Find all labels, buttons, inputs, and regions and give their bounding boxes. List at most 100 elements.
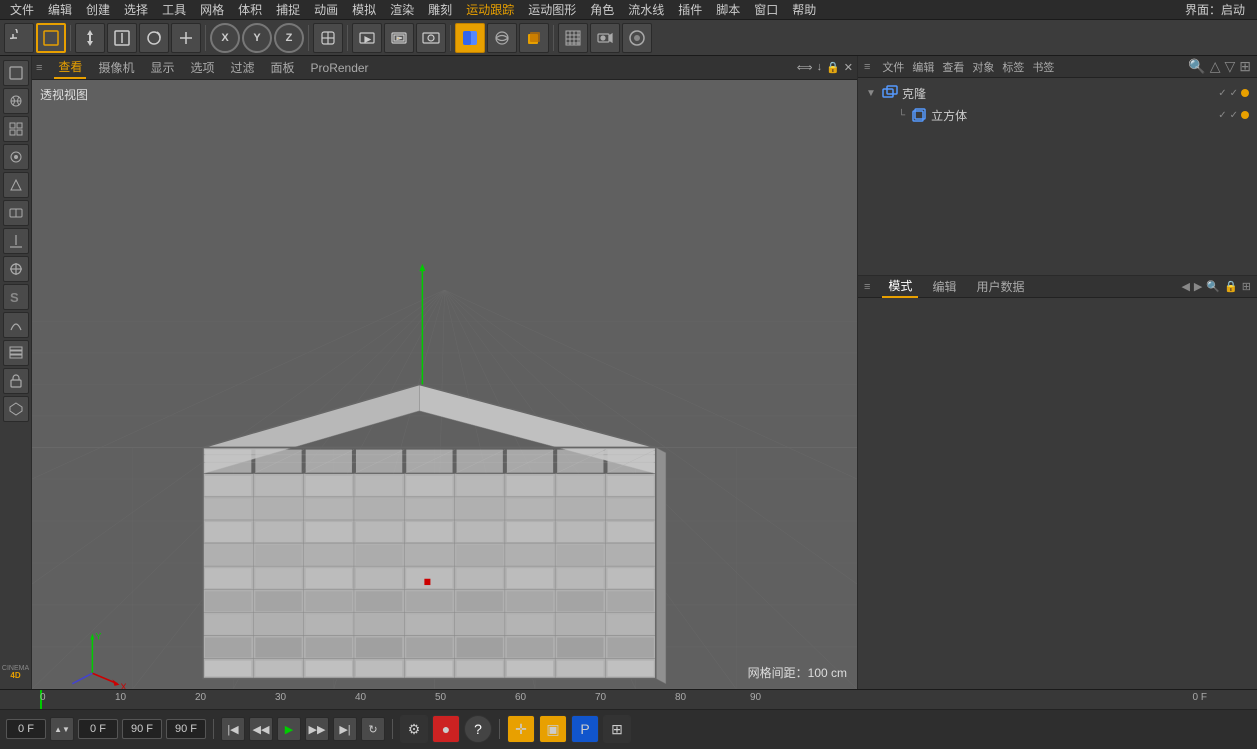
om-nav-down-icon[interactable]: ▽ [1224,58,1235,75]
prev-frame-button[interactable]: ◀◀ [249,717,273,741]
pm-nav-right[interactable]: ▶ [1194,280,1202,293]
play-button[interactable]: ▶ [277,717,301,741]
menu-simulate[interactable]: 模拟 [346,1,382,18]
vp-ctrl-lock[interactable]: 🔒 [826,61,840,74]
tool-4-button[interactable] [3,312,29,338]
menu-help[interactable]: 帮助 [786,1,822,18]
menu-edit[interactable]: 编辑 [42,1,78,18]
camera-button[interactable] [590,23,620,53]
menu-create[interactable]: 创建 [80,1,116,18]
axis-y-button[interactable]: Y [242,23,272,53]
vp-tab-panel[interactable]: 面板 [267,57,299,78]
om-expand-icon[interactable]: ⊞ [1239,58,1251,75]
pm-expand-icon[interactable]: ⊞ [1242,280,1251,293]
frame-current-input[interactable] [78,719,118,739]
vp-tab-camera[interactable]: 摄像机 [94,57,138,78]
obj-row-cube[interactable]: └ 立方体 ✓ ✓ [862,104,1253,126]
lock-button[interactable] [3,368,29,394]
next-frame-button[interactable]: ▶▶ [305,717,329,741]
menu-volume[interactable]: 体积 [232,1,268,18]
mode-edge-button[interactable] [3,172,29,198]
layer2-button[interactable] [3,396,29,422]
menu-script[interactable]: 脚本 [710,1,746,18]
vp-tab-filter[interactable]: 过滤 [226,57,258,78]
goto-end-button[interactable]: ▶| [333,717,357,741]
menu-mograph[interactable]: 运动图形 [522,1,582,18]
move-tool-button[interactable] [75,23,105,53]
om-view-btn[interactable]: 查看 [942,59,964,75]
frame-start-arrow[interactable]: ▲▼ [50,717,74,741]
mode-polygon-button[interactable] [3,200,29,226]
tool-3-button[interactable]: S [3,284,29,310]
layer1-button[interactable] [3,340,29,366]
menu-motion-track[interactable]: 运动跟踪 [460,1,520,18]
mode-model-button[interactable] [3,60,29,86]
undo-button[interactable] [4,23,34,53]
frame-end1-input[interactable] [122,719,162,739]
om-search-icon[interactable]: 🔍 [1188,58,1205,75]
vp-tab-prorender[interactable]: ProRender [307,59,373,77]
object-tool-button[interactable] [313,23,343,53]
menu-sculpt[interactable]: 雕刻 [422,1,458,18]
circle-button[interactable] [622,23,652,53]
menu-character[interactable]: 角色 [584,1,620,18]
shading-lines-button[interactable] [487,23,517,53]
rotate-tool-button[interactable] [139,23,169,53]
menu-render[interactable]: 渲染 [384,1,420,18]
vp-tab-options[interactable]: 选项 [186,57,218,78]
viewport-3d[interactable]: Y X 透视视图 网格间距：100 cm [32,80,857,689]
menu-mesh[interactable]: 网格 [194,1,230,18]
add-keyframe-button[interactable]: ✛ [507,715,535,743]
pm-nav-left[interactable]: ◀ [1181,280,1189,293]
help-button[interactable]: ? [464,715,492,743]
axis-z-button[interactable]: Z [274,23,304,53]
tool-2-button[interactable] [3,256,29,282]
mode-texture-button[interactable] [3,88,29,114]
menu-snap[interactable]: 捕捉 [270,1,306,18]
render-view-button[interactable] [384,23,414,53]
frame-end2-input[interactable] [166,719,206,739]
vp-ctrl-close[interactable]: ✕ [844,61,853,74]
shading-box-button[interactable] [519,23,549,53]
tool-1-button[interactable] [3,228,29,254]
shading-wire-button[interactable] [558,23,588,53]
om-tag-btn[interactable]: 标签 [1002,59,1024,75]
pm-tab-mode[interactable]: 模式 [882,275,918,298]
menu-animate[interactable]: 动画 [308,1,344,18]
select-rect-button[interactable] [36,23,66,53]
vp-ctrl-arrows[interactable]: ⟺ [797,61,813,74]
vp-ctrl-down[interactable]: ↓ [817,61,823,74]
axis-x-button[interactable]: X [210,23,240,53]
om-object-btn[interactable]: 对象 [972,59,994,75]
goto-start-button[interactable]: |◀ [221,717,245,741]
menu-pipeline[interactable]: 流水线 [622,1,670,18]
keyframe-record-button[interactable]: ⚙ [400,715,428,743]
menu-tools[interactable]: 工具 [156,1,192,18]
frame-start-input[interactable] [6,719,46,739]
timeline-extra1-button[interactable]: ▣ [539,715,567,743]
scale-tool-button[interactable] [107,23,137,53]
om-bookmark-btn[interactable]: 书签 [1032,59,1054,75]
pm-tab-userdata[interactable]: 用户数据 [970,276,1030,297]
pm-search-icon[interactable]: 🔍 [1206,280,1220,293]
om-nav-up-icon[interactable]: △ [1210,58,1221,75]
vp-tab-view[interactable]: 查看 [54,56,86,79]
auto-keyframe-button[interactable]: ● [432,715,460,743]
timeline-grid-button[interactable]: ⊞ [603,715,631,743]
timeline-extra2-button[interactable]: P [571,715,599,743]
loop-button[interactable]: ↻ [361,717,385,741]
pm-tab-edit[interactable]: 编辑 [926,276,962,297]
vp-tab-display[interactable]: 显示 [146,57,178,78]
pm-lock-icon[interactable]: 🔒 [1224,280,1238,293]
render-all-button[interactable] [416,23,446,53]
add-tool-button[interactable] [171,23,201,53]
menu-select[interactable]: 选择 [118,1,154,18]
om-edit-btn[interactable]: 编辑 [912,59,934,75]
clone-expand[interactable]: ▼ [866,88,878,99]
om-file-btn[interactable]: 文件 [882,59,904,75]
render-region-button[interactable] [352,23,382,53]
menu-plugins[interactable]: 插件 [672,1,708,18]
menu-file[interactable]: 文件 [4,1,40,18]
obj-row-clone[interactable]: ▼ 克隆 ✓ ✓ [862,82,1253,104]
menu-window[interactable]: 窗口 [748,1,784,18]
